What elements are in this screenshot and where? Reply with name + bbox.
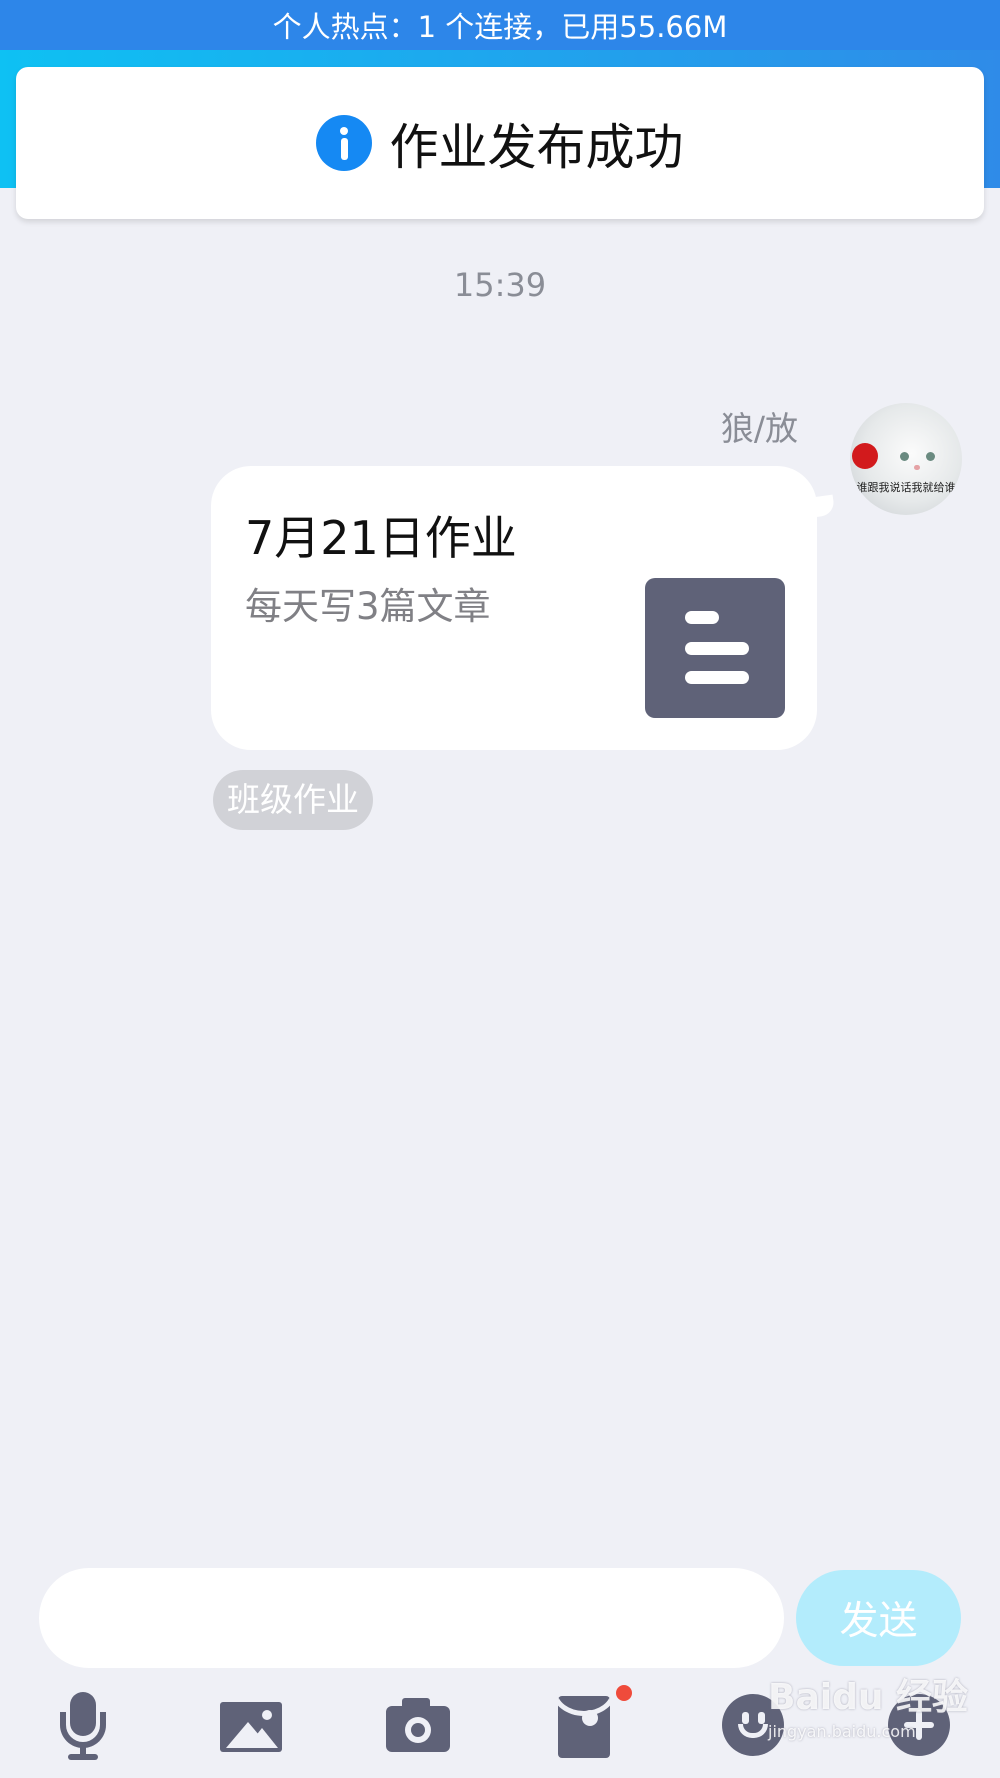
microphone-icon[interactable]: [48, 1690, 118, 1760]
homework-description: 每天写3篇文章: [245, 585, 491, 628]
toast-message: 作业发布成功: [389, 118, 684, 176]
rose-graphic: [852, 443, 878, 469]
message-input[interactable]: [39, 1568, 784, 1668]
sender-name: 狼/放: [720, 409, 798, 448]
class-homework-tag[interactable]: 班级作业: [213, 770, 373, 830]
send-button[interactable]: 发送: [796, 1570, 961, 1666]
watermark-sub: jingyan.baidu.com: [768, 1722, 916, 1741]
baidu-watermark: Baidu 经验 jingyan.baidu.com: [768, 1668, 968, 1760]
chat-screen: 个人热点：1 个连接，已用55.66M 作业发布成功 15:39 狼/放 谁跟我…: [0, 0, 1000, 1778]
camera-icon[interactable]: [384, 1690, 454, 1760]
success-toast: 作业发布成功: [16, 67, 984, 219]
image-icon[interactable]: [218, 1690, 288, 1760]
homework-title: 7月21日作业: [245, 511, 517, 565]
message-timestamp: 15:39: [453, 266, 547, 304]
notification-badge: [616, 1685, 632, 1701]
hotspot-status-bar[interactable]: 个人热点：1 个连接，已用55.66M: [0, 0, 1000, 50]
avatar-caption: 谁跟我说话我就给谁: [856, 481, 956, 494]
avatar[interactable]: 谁跟我说话我就给谁: [850, 403, 962, 515]
document-icon: [645, 578, 785, 718]
watermark-main: Baidu 经验: [768, 1677, 969, 1718]
info-icon: [316, 115, 373, 171]
envelope-icon[interactable]: [552, 1690, 622, 1760]
homework-message-card[interactable]: 7月21日作业 每天写3篇文章: [211, 466, 817, 750]
